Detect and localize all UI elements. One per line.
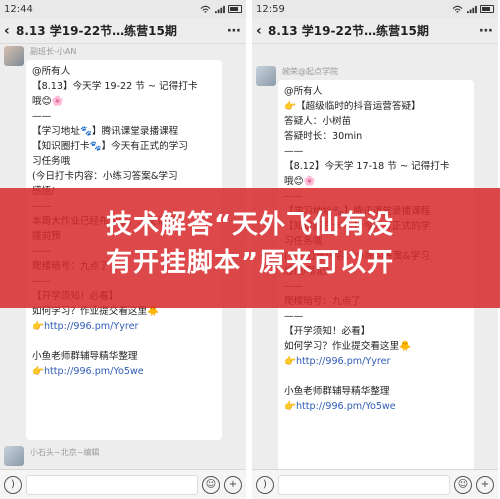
- message-line: 【开学须知！必看】: [284, 326, 371, 337]
- message-input[interactable]: [26, 474, 198, 495]
- message-line: 习任务哦: [32, 156, 71, 167]
- back-arrow-icon[interactable]: ‹: [4, 23, 16, 39]
- add-icon[interactable]: +: [224, 475, 242, 494]
- add-icon[interactable]: +: [476, 475, 494, 494]
- message-line: 【8.13】今天学 19-22 节 ~ 记得打卡: [32, 81, 198, 92]
- message-line: (今日打卡内容：小练习答案&学习: [32, 171, 178, 182]
- status-bar: 12:59: [252, 0, 498, 18]
- clock: 12:59: [256, 3, 285, 15]
- message-line[interactable]: 👉http://996.pm/Yo5we: [32, 364, 216, 379]
- message-input[interactable]: [278, 474, 450, 495]
- wifi-icon: [452, 5, 463, 13]
- avatar[interactable]: [256, 66, 276, 86]
- signal-icon: [467, 5, 477, 13]
- message-line: 【学习地址🐾】腾讯课堂录播课程: [32, 126, 179, 137]
- message-line: ——: [32, 111, 52, 122]
- message-line: 哦😊🌸: [284, 176, 316, 187]
- avatar[interactable]: [4, 446, 24, 466]
- message-line: 如何学习？作业提交看这里🐥: [284, 341, 412, 352]
- chat-title-bar: ‹ 8.13 学19-22节…练营15期 ⋯: [0, 18, 246, 44]
- message-line: 答疑人：小树苗: [284, 116, 352, 127]
- input-bar: ) ☺ +: [0, 469, 246, 499]
- voice-icon[interactable]: ): [256, 475, 274, 494]
- message-line: 哦😊🌸: [32, 96, 64, 107]
- chat-title-bar: ‹ 8.13 学19-22节…练营15期 ⋯: [252, 18, 498, 44]
- wifi-icon: [200, 5, 211, 13]
- message-line: 小鱼老师群辅导精华整理: [32, 351, 138, 362]
- status-bar: 12:44: [0, 0, 246, 18]
- message-line: 【8.12】今天学 17-18 节 ~ 记得打卡: [284, 161, 450, 172]
- message-line: ——: [284, 146, 304, 157]
- more-icon[interactable]: ⋯: [479, 23, 494, 39]
- headline-line-2: 有开挂脚本”原来可以开: [105, 248, 395, 278]
- message-line: 小鱼老师群辅导精华整理: [284, 386, 390, 397]
- input-bar: ) ☺ +: [252, 469, 498, 499]
- avatar[interactable]: [4, 46, 24, 66]
- battery-icon: [480, 5, 494, 13]
- sender-name: 副班长-小AN: [30, 47, 77, 56]
- message-line: 【知识圈打卡🐾】今天有正式的学习: [32, 141, 188, 152]
- message-line: @所有人: [32, 66, 71, 77]
- message-line: [284, 369, 468, 384]
- back-arrow-icon[interactable]: ‹: [256, 23, 268, 39]
- emoji-icon[interactable]: ☺: [202, 475, 220, 494]
- headline-line-1: 技术解答“天外飞仙有没: [105, 210, 395, 240]
- message-line: 👉【超级临时的抖音运营答疑】: [284, 101, 421, 112]
- clock: 12:44: [4, 3, 33, 15]
- message-line: @所有人: [284, 86, 323, 97]
- chat-title: 8.13 学19-22节…练营15期: [16, 24, 177, 38]
- voice-icon[interactable]: ): [4, 475, 22, 494]
- more-icon[interactable]: ⋯: [227, 23, 242, 39]
- message-line: ——: [284, 311, 304, 322]
- message-line: [32, 334, 216, 349]
- message-line: 答疑时长：30min: [284, 131, 363, 142]
- message-line[interactable]: 👉http://996.pm/Yo5we: [284, 399, 468, 414]
- sender-name: 婉荣@起点学院: [282, 67, 338, 76]
- battery-icon: [228, 5, 242, 13]
- signal-icon: [215, 5, 225, 13]
- emoji-icon[interactable]: ☺: [454, 475, 472, 494]
- chat-title: 8.13 学19-22节…练营15期: [268, 24, 429, 38]
- sender-name: 小石头~北京~编辑: [30, 448, 100, 457]
- message-line[interactable]: 👉http://996.pm/Yyrer: [32, 319, 216, 334]
- message-line[interactable]: 👉http://996.pm/Yyrer: [284, 354, 468, 369]
